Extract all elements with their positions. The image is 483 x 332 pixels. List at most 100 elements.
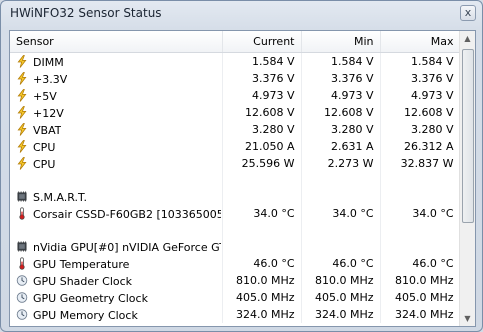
scroll-down-button[interactable]: ▼ bbox=[460, 311, 475, 326]
clock-icon bbox=[16, 308, 28, 321]
sensor-row[interactable]: GPU Geometry Clock 405.0 MHz 405.0 MHz 405.… bbox=[10, 289, 461, 306]
sensor-group-row[interactable]: nVidia GPU[#0] nVIDIA GeForce GT... bbox=[10, 238, 461, 255]
sensor-name: nVidia GPU[#0] nVIDIA GeForce GT... bbox=[33, 240, 221, 254]
sensor-name-cell: +5V bbox=[10, 87, 223, 104]
spacer-cell bbox=[10, 222, 223, 238]
sensor-current-value: 810.0 MHz bbox=[222, 272, 302, 289]
sensor-min-value: 3.280 V bbox=[301, 121, 381, 138]
bolt-icon bbox=[16, 105, 28, 119]
sensor-min-value: 12.608 V bbox=[301, 104, 381, 121]
column-header-current[interactable]: Current bbox=[222, 31, 302, 53]
spacer-cell bbox=[301, 222, 381, 238]
sensor-row[interactable]: +3.3V 3.376 V 3.376 V 3.376 V bbox=[10, 70, 461, 87]
sensor-max-value: 34.0 °C bbox=[380, 205, 461, 222]
scroll-up-button[interactable]: ▲ bbox=[460, 31, 475, 46]
sensor-min-value: 1.584 V bbox=[301, 52, 381, 70]
sensor-max-value: 4.973 V bbox=[380, 87, 461, 104]
thermometer-icon bbox=[16, 206, 28, 220]
sensor-row[interactable]: GPU Temperature 46.0 °C 46.0 °C 46.0 °C bbox=[10, 255, 461, 272]
bolt-icon bbox=[16, 71, 28, 85]
sensor-current-value: 46.0 °C bbox=[222, 255, 302, 272]
sensor-current-value: 405.0 MHz bbox=[222, 289, 302, 306]
sensor-name-cell: GPU Geometry Clock bbox=[10, 289, 223, 306]
sensor-row[interactable]: GPU Memory Clock 324.0 MHz 324.0 MHz 324.0 … bbox=[10, 306, 461, 323]
spacer-cell bbox=[380, 222, 461, 238]
sensor-max-value: 324.0 MHz bbox=[380, 306, 461, 323]
sensor-name: S.M.A.R.T. bbox=[33, 190, 87, 204]
sensor-current-value: 25.596 W bbox=[222, 155, 302, 172]
spacer-row bbox=[10, 222, 461, 238]
bolt-icon bbox=[16, 139, 28, 153]
sensor-name-cell: GPU Temperature bbox=[10, 255, 223, 272]
title-bar[interactable]: HWiNFO32 Sensor Status x bbox=[1, 1, 482, 27]
sensor-name: +5V bbox=[33, 89, 57, 103]
sensor-max-value: 12.608 V bbox=[380, 104, 461, 121]
sensor-name: GPU Memory Clock bbox=[33, 308, 138, 322]
sensor-row[interactable]: CPU 21.050 A 2.631 A 26.312 A bbox=[10, 138, 461, 155]
bolt-icon bbox=[16, 88, 28, 102]
sensor-min-value: 3.376 V bbox=[301, 70, 381, 87]
sensor-row[interactable]: Corsair CSSD-F60GB2 [1033650059... 34.0 °… bbox=[10, 205, 461, 222]
sensor-current-value: 12.608 V bbox=[222, 104, 302, 121]
thermometer-icon bbox=[16, 256, 28, 270]
sensor-max-value: 26.312 A bbox=[380, 138, 461, 155]
spacer-cell bbox=[222, 172, 302, 188]
sensor-min-value: 405.0 MHz bbox=[301, 289, 381, 306]
sensor-row[interactable]: CPU 25.596 W 2.273 W 32.837 W bbox=[10, 155, 461, 172]
sensor-current-value bbox=[222, 188, 302, 205]
column-header-sensor[interactable]: Sensor bbox=[10, 31, 223, 53]
sensor-min-value: 324.0 MHz bbox=[301, 306, 381, 323]
sensor-name-cell: DIMM bbox=[10, 52, 223, 70]
sensor-min-value bbox=[301, 238, 381, 255]
chip-icon bbox=[16, 190, 28, 203]
sensor-current-value: 3.376 V bbox=[222, 70, 302, 87]
sensor-group-row[interactable]: S.M.A.R.T. bbox=[10, 188, 461, 205]
sensor-current-value: 1.584 V bbox=[222, 52, 302, 70]
clock-icon bbox=[16, 274, 28, 287]
sensor-current-value: 4.973 V bbox=[222, 87, 302, 104]
window-title: HWiNFO32 Sensor Status bbox=[10, 6, 162, 20]
vertical-scrollbar[interactable]: ▲ ▼ bbox=[459, 31, 475, 326]
sensor-row[interactable]: +12V 12.608 V 12.608 V 12.608 V bbox=[10, 104, 461, 121]
sensor-name-cell: Corsair CSSD-F60GB2 [1033650059... bbox=[10, 205, 223, 222]
clock-icon bbox=[16, 291, 28, 304]
sensor-name: +3.3V bbox=[33, 72, 68, 86]
sensor-max-value: 405.0 MHz bbox=[380, 289, 461, 306]
sensor-name-cell: +12V bbox=[10, 104, 223, 121]
scroll-thumb[interactable] bbox=[462, 49, 474, 223]
sensor-current-value: 34.0 °C bbox=[222, 205, 302, 222]
spacer-cell bbox=[222, 222, 302, 238]
column-header-min[interactable]: Min bbox=[301, 31, 381, 53]
sensor-name: +12V bbox=[33, 106, 64, 120]
sensor-max-value bbox=[380, 188, 461, 205]
sensor-row[interactable]: VBAT 3.280 V 3.280 V 3.280 V bbox=[10, 121, 461, 138]
sensor-name-cell: CPU bbox=[10, 155, 223, 172]
sensor-row[interactable]: +5V 4.973 V 4.973 V 4.973 V bbox=[10, 87, 461, 104]
sensor-name-cell: +3.3V bbox=[10, 70, 223, 87]
spacer-row bbox=[10, 172, 461, 188]
sensor-current-value bbox=[222, 238, 302, 255]
sensor-min-value: 810.0 MHz bbox=[301, 272, 381, 289]
sensor-min-value: 34.0 °C bbox=[301, 205, 381, 222]
sensor-min-value: 2.631 A bbox=[301, 138, 381, 155]
sensor-row[interactable]: GPU Shader Clock 810.0 MHz 810.0 MHz 810.0 … bbox=[10, 272, 461, 289]
bolt-icon bbox=[16, 122, 28, 136]
column-header-max[interactable]: Max bbox=[380, 31, 461, 53]
sensor-max-value: 3.280 V bbox=[380, 121, 461, 138]
sensor-name-cell: S.M.A.R.T. bbox=[10, 188, 223, 205]
sensor-current-value: 3.280 V bbox=[222, 121, 302, 138]
sensor-row[interactable]: DIMM 1.584 V 1.584 V 1.584 V bbox=[10, 52, 461, 70]
sensor-min-value: 46.0 °C bbox=[301, 255, 381, 272]
spacer-cell bbox=[301, 172, 381, 188]
sensor-min-value: 2.273 W bbox=[301, 155, 381, 172]
bolt-icon bbox=[16, 54, 28, 68]
close-button[interactable]: x bbox=[460, 5, 476, 21]
sensor-name: GPU Temperature bbox=[33, 257, 130, 271]
sensor-name-cell: CPU bbox=[10, 138, 223, 155]
sensor-max-value: 32.837 W bbox=[380, 155, 461, 172]
sensor-current-value: 324.0 MHz bbox=[222, 306, 302, 323]
sensor-name: CPU bbox=[33, 140, 56, 154]
sensor-table: Sensor Current Min Max DIMM 1.584 V 1.584 … bbox=[10, 31, 461, 323]
sensor-name: Corsair CSSD-F60GB2 [1033650059... bbox=[33, 207, 221, 221]
sensor-status-window: HWiNFO32 Sensor Status x Sensor Current … bbox=[0, 0, 483, 332]
